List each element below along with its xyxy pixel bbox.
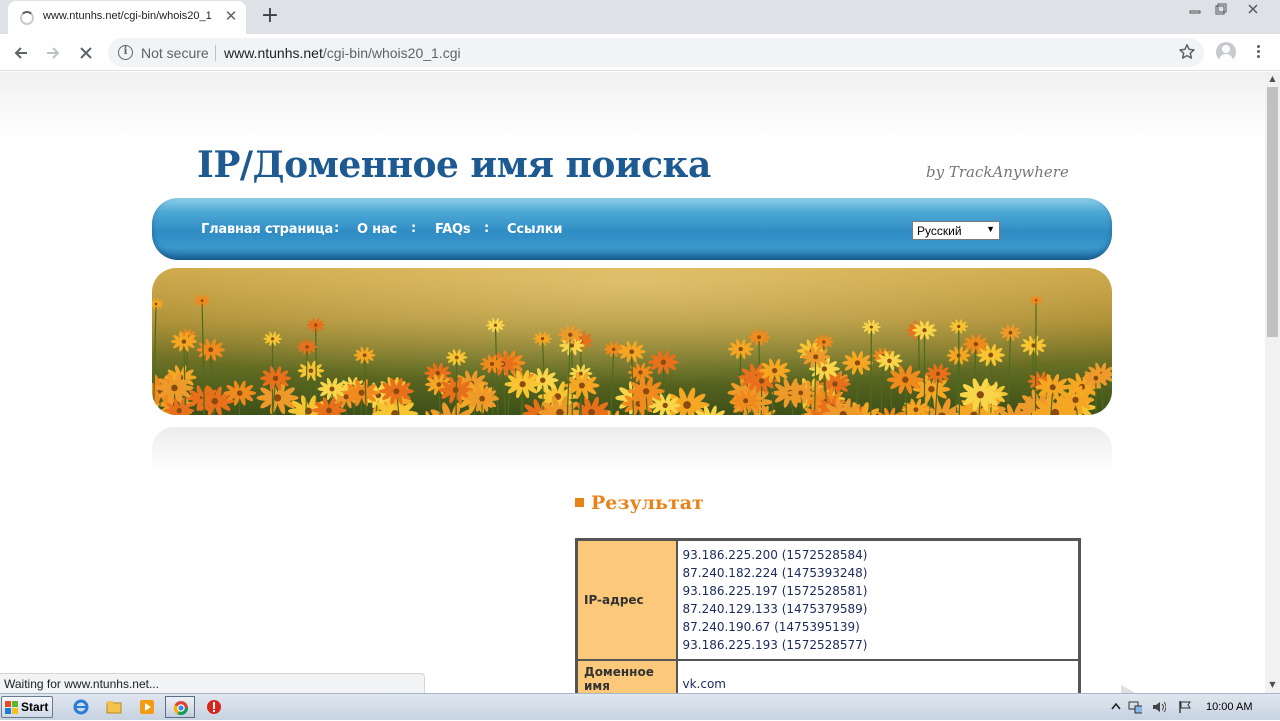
start-button[interactable]: Start: [1, 696, 53, 718]
tab-strip: www.ntunhs.net/cgi-bin/whois20_1 ✕ +: [0, 0, 1280, 34]
tab-close-icon[interactable]: ✕: [223, 8, 239, 24]
nav-separator: :: [411, 221, 416, 236]
result-table: IP-адрес 93.186.225.200 (1572528584) 87.…: [575, 538, 1081, 693]
window-close-button[interactable]: [1234, 0, 1274, 18]
windows-taskbar: Start 10:00 AM: [0, 693, 1280, 720]
scroll-thumb[interactable]: [1267, 87, 1278, 337]
site-navbar: Главная страница : О нас : FAQs : Ссылки…: [152, 198, 1112, 260]
nav-home-link[interactable]: Главная страница: [201, 222, 333, 237]
nav-about-link[interactable]: О нас: [357, 222, 397, 237]
ip-address-value: 87.240.129.133 (1475379589): [683, 600, 1074, 618]
info-icon[interactable]: i: [118, 45, 133, 60]
content-header-bar: [152, 427, 1112, 472]
windows-logo-icon: [5, 701, 19, 715]
page-viewport: IP/Доменное имя поиска by TrackAnywhere …: [0, 72, 1265, 693]
domain-label-cell: Доменное имя: [577, 660, 677, 693]
loading-spinner-icon: [20, 11, 34, 25]
browser-menu-icon[interactable]: [1250, 43, 1266, 61]
profile-avatar-icon[interactable]: [1216, 42, 1236, 62]
ip-address-value: 93.186.225.200 (1572528584): [683, 546, 1074, 564]
nav-faqs-link[interactable]: FAQs: [435, 222, 470, 237]
tab-title: www.ntunhs.net/cgi-bin/whois20_1: [43, 10, 215, 22]
result-heading: Результат: [575, 492, 704, 514]
window-minimize-button[interactable]: [1182, 0, 1208, 18]
address-bar[interactable]: i Not secure www.ntunhs.net/cgi-bin/whoi…: [108, 38, 1204, 67]
browser-toolbar: i Not secure www.ntunhs.net/cgi-bin/whoi…: [0, 34, 1280, 71]
chrome-taskbar-icon[interactable]: [165, 696, 195, 718]
ip-address-value: 93.186.225.193 (1572528577): [683, 636, 1074, 654]
ip-label-cell: IP-адрес: [577, 540, 677, 661]
system-tray: [1104, 694, 1280, 721]
url-text[interactable]: www.ntunhs.net/cgi-bin/whois20_1.cgi: [224, 45, 461, 61]
domain-value-cell: vk.com: [677, 660, 1080, 693]
bookmark-star-icon[interactable]: [1178, 43, 1196, 61]
header-gradient: [0, 72, 1265, 142]
ip-address-value: 93.186.225.197 (1572528581): [683, 582, 1074, 600]
window-restore-button[interactable]: [1208, 0, 1234, 18]
nav-separator: :: [484, 221, 489, 236]
address-separator: [215, 45, 216, 61]
volume-icon[interactable]: [1152, 700, 1166, 714]
status-bubble: Waiting for www.ntunhs.net...: [0, 673, 425, 694]
table-row: Доменное имя vk.com: [577, 660, 1080, 693]
stop-loading-button[interactable]: [73, 40, 99, 66]
by-line: by TrackAnywhere: [926, 163, 1069, 181]
network-icon[interactable]: [1128, 700, 1142, 714]
forward-button[interactable]: [40, 40, 66, 66]
browser-tab[interactable]: www.ntunhs.net/cgi-bin/whois20_1 ✕: [8, 1, 246, 34]
dropdown-arrow-icon: ▼: [986, 224, 995, 234]
media-player-taskbar-icon[interactable]: [132, 696, 162, 718]
language-select-value: Русский: [917, 224, 962, 238]
new-tab-button[interactable]: +: [258, 4, 282, 28]
table-row: IP-адрес 93.186.225.200 (1572528584) 87.…: [577, 540, 1080, 661]
scroll-down-arrow-icon[interactable]: ▼: [1265, 678, 1280, 692]
ip-values-cell: 93.186.225.200 (1572528584) 87.240.182.2…: [677, 540, 1080, 661]
ip-address-value: 87.240.190.67 (1475395139): [683, 618, 1074, 636]
language-select[interactable]: Русский ▼: [912, 221, 1000, 240]
security-taskbar-icon[interactable]: [199, 696, 229, 718]
flower-banner-image: [152, 268, 1112, 415]
ip-address-value: 87.240.182.224 (1475393248): [683, 564, 1074, 582]
taskbar-clock: 10:00 AM: [1206, 701, 1252, 713]
nav-links-link[interactable]: Ссылки: [507, 222, 562, 237]
page-scrollbar[interactable]: ▲ ▼: [1265, 72, 1280, 693]
action-center-flag-icon[interactable]: [1178, 700, 1192, 714]
anyrun-watermark: ANY RUN: [1038, 678, 1238, 693]
tray-expand-icon[interactable]: [1110, 700, 1124, 714]
nav-separator: :: [334, 221, 339, 236]
ie-taskbar-icon[interactable]: [66, 696, 96, 718]
security-label: Not secure: [141, 45, 209, 61]
back-button[interactable]: [8, 40, 34, 66]
bullet-square-icon: [575, 498, 584, 507]
site-title: IP/Доменное имя поиска: [197, 144, 711, 186]
explorer-taskbar-icon[interactable]: [99, 696, 129, 718]
scroll-up-arrow-icon[interactable]: ▲: [1265, 72, 1280, 86]
